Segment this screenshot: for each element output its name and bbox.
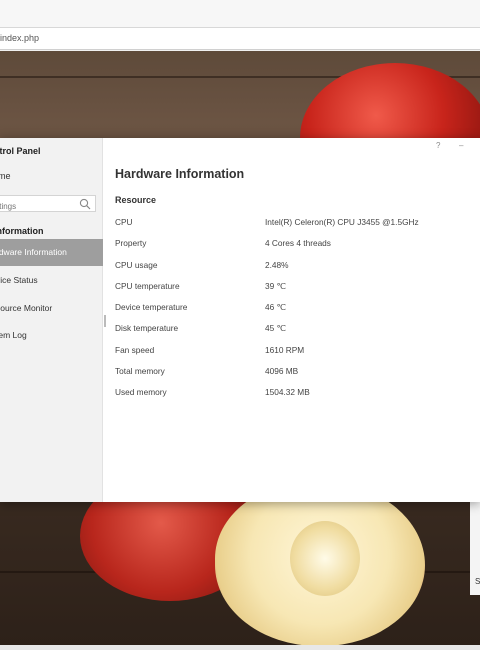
- sidebar: ntrol Panel me Information rdware Inform…: [0, 138, 103, 502]
- info-value: Intel(R) Celeron(R) CPU J3455 @1.5GHz: [265, 217, 419, 227]
- info-row-device-temperature: Device temperature 46 ℃: [115, 302, 475, 316]
- search-box[interactable]: [0, 195, 96, 214]
- sidebar-item-system-log[interactable]: tem Log: [0, 322, 103, 349]
- sidebar-item-label: tem Log: [0, 330, 27, 340]
- info-row-used-memory: Used memory 1504.32 MB: [115, 387, 475, 401]
- info-label: Total memory: [115, 366, 165, 376]
- info-label: Fan speed: [115, 345, 155, 355]
- info-value: 4096 MB: [265, 366, 299, 376]
- info-value: 4 Cores 4 threads: [265, 238, 331, 248]
- info-row-fan-speed: Fan speed 1610 RPM: [115, 345, 475, 359]
- info-label: CPU: [115, 217, 133, 227]
- info-label: Used memory: [115, 387, 167, 397]
- info-row-cpu-temperature: CPU temperature 39 ℃: [115, 281, 475, 295]
- sidebar-item-device-status[interactable]: vice Status: [0, 267, 103, 294]
- info-row-total-memory: Total memory 4096 MB: [115, 366, 475, 380]
- info-value: 1610 RPM: [265, 345, 305, 355]
- info-value: 2.48%: [265, 260, 289, 270]
- page-title: Hardware Information: [115, 167, 245, 181]
- apple-core-image: [290, 521, 360, 596]
- sidebar-section-information[interactable]: Information: [0, 226, 44, 236]
- sidebar-item-label: source Monitor: [0, 303, 53, 313]
- info-label: CPU temperature: [115, 281, 180, 291]
- section-heading: Resource: [115, 195, 157, 205]
- sidebar-item-hardware-information[interactable]: rdware Information: [0, 239, 103, 266]
- info-row-property: Property 4 Cores 4 threads: [115, 238, 475, 252]
- control-panel-window: ntrol Panel me Information rdware Inform…: [0, 138, 480, 502]
- info-value: 46 ℃: [265, 302, 286, 312]
- sidebar-item-label: vice Status: [0, 275, 38, 285]
- info-row-cpu: CPU Intel(R) Celeron(R) CPU J3455 @1.5GH…: [115, 217, 475, 231]
- taskbar-edge: [0, 645, 480, 650]
- info-label: CPU usage: [115, 260, 158, 270]
- address-bar[interactable]: index.php: [0, 28, 480, 50]
- address-url[interactable]: index.php: [0, 33, 39, 43]
- sidebar-item-resource-monitor[interactable]: source Monitor: [0, 295, 103, 322]
- background-window-text: S: [475, 577, 480, 586]
- main-content: Hardware Information Resource CPU Intel(…: [103, 138, 480, 502]
- search-input[interactable]: [0, 199, 73, 214]
- info-row-disk-temperature: Disk temperature 45 ℃: [115, 323, 475, 337]
- info-value: 39 ℃: [265, 281, 286, 291]
- info-label: Disk temperature: [115, 323, 179, 333]
- info-label: Device temperature: [115, 302, 188, 312]
- sidebar-item-home[interactable]: me: [0, 171, 11, 181]
- info-row-cpu-usage: CPU usage 2.48%: [115, 260, 475, 274]
- info-value: 1504.32 MB: [265, 387, 310, 397]
- browser-toolbar: [0, 0, 480, 28]
- search-icon[interactable]: [79, 198, 91, 210]
- sidebar-title: ntrol Panel: [0, 146, 41, 156]
- sidebar-item-label: rdware Information: [0, 247, 67, 257]
- info-value: 45 ℃: [265, 323, 286, 333]
- info-label: Property: [115, 238, 147, 248]
